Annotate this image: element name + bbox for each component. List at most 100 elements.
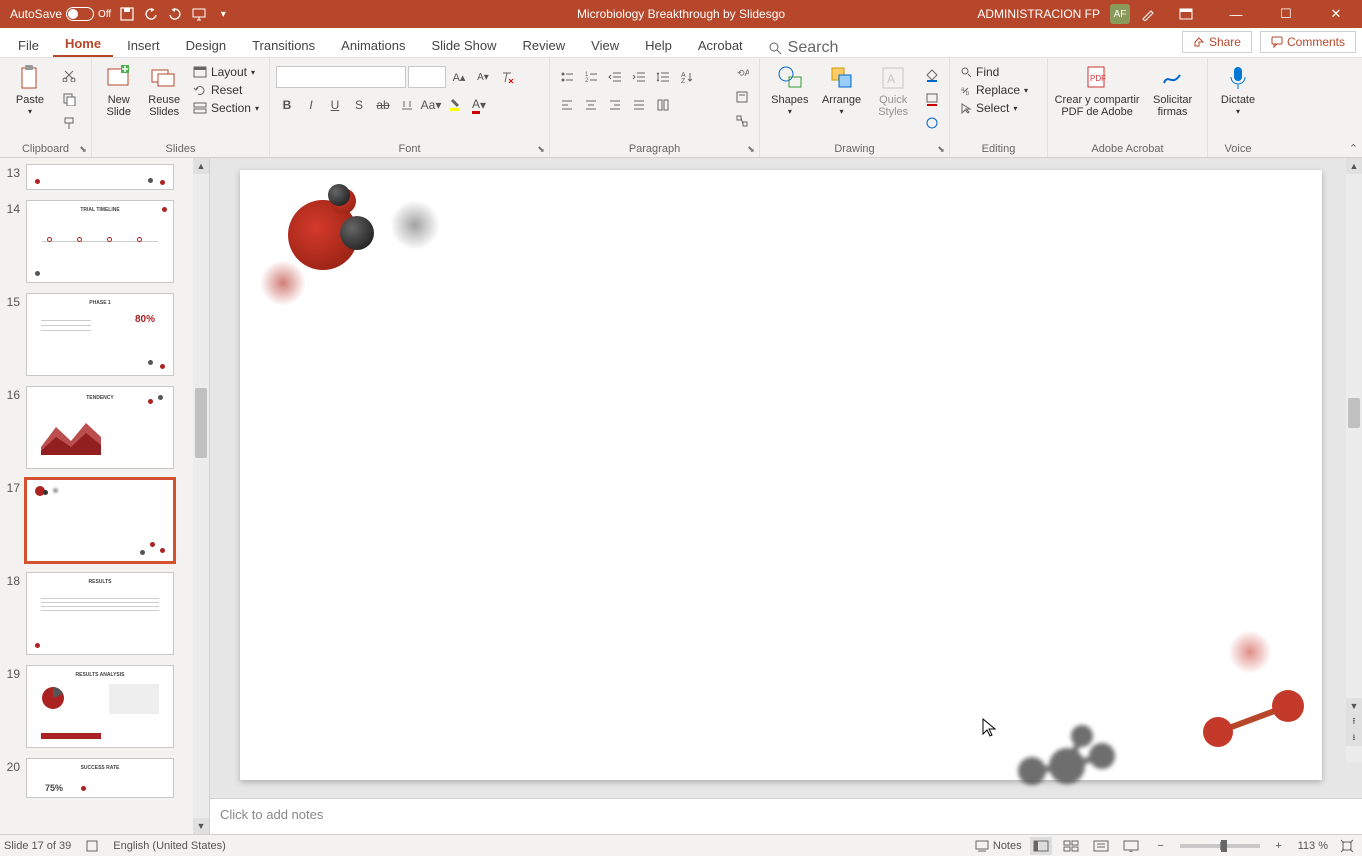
tab-insert[interactable]: Insert xyxy=(115,32,172,57)
strikethrough-icon[interactable]: ab xyxy=(372,94,394,116)
font-size-input[interactable] xyxy=(408,66,446,88)
tab-slideshow[interactable]: Slide Show xyxy=(419,32,508,57)
tab-home[interactable]: Home xyxy=(53,30,113,57)
comments-button[interactable]: Comments xyxy=(1260,31,1356,53)
slideshow-view-button[interactable] xyxy=(1120,837,1142,855)
tab-animations[interactable]: Animations xyxy=(329,32,417,57)
bullets-icon[interactable] xyxy=(556,66,578,88)
canvas-area[interactable]: ▲ ▼ ⭱ ⭳ xyxy=(210,158,1362,798)
change-case-icon[interactable]: Aa▾ xyxy=(420,94,442,116)
arrange-button[interactable]: Arrange▾ xyxy=(818,62,866,117)
columns-icon[interactable] xyxy=(652,94,674,116)
crear-pdf-button[interactable]: PDF Crear y compartir PDF de Adobe xyxy=(1054,62,1140,118)
tab-transitions[interactable]: Transitions xyxy=(240,32,327,57)
slide-thumbnail-16[interactable]: TENDENCY xyxy=(26,386,174,469)
dictate-button[interactable]: Dictate▾ xyxy=(1214,62,1262,117)
shapes-button[interactable]: Shapes▾ xyxy=(766,62,814,117)
slide-thumbnail-19[interactable]: RESULTS ANALYSIS xyxy=(26,665,174,748)
minimize-button[interactable]: ― xyxy=(1216,0,1256,28)
justify-icon[interactable] xyxy=(628,94,650,116)
replace-button[interactable]: abReplace▾ xyxy=(956,82,1032,98)
zoom-percent[interactable]: 113 % xyxy=(1298,840,1328,852)
sort-az-icon[interactable]: AZ xyxy=(676,66,698,88)
slide-thumbnail-20[interactable]: SUCCESS RATE 75% xyxy=(26,758,174,798)
save-icon[interactable] xyxy=(119,6,135,22)
shape-outline-icon[interactable] xyxy=(921,88,943,110)
scrollbar-handle[interactable] xyxy=(1348,398,1360,428)
clipboard-launcher-icon[interactable]: ⬊ xyxy=(77,143,89,155)
scroll-up-icon[interactable]: ▲ xyxy=(1346,158,1362,174)
paste-button[interactable]: Paste ▾ xyxy=(6,62,54,117)
editor-scrollbar[interactable]: ▲ ▼ ⭱ ⭳ xyxy=(1346,158,1362,762)
tab-view[interactable]: View xyxy=(579,32,631,57)
format-painter-icon[interactable] xyxy=(58,112,80,134)
language-status[interactable]: English (United States) xyxy=(113,840,226,852)
cut-icon[interactable] xyxy=(58,64,80,86)
reading-view-button[interactable] xyxy=(1090,837,1112,855)
zoom-slider[interactable] xyxy=(1180,844,1260,848)
current-slide[interactable] xyxy=(240,170,1322,780)
italic-icon[interactable]: I xyxy=(300,94,322,116)
font-color-icon[interactable]: A▾ xyxy=(468,94,490,116)
slide-thumbnail-15[interactable]: PHASE 1 80% xyxy=(26,293,174,376)
drawing-launcher-icon[interactable]: ⬊ xyxy=(935,143,947,155)
zoom-out-button[interactable]: − xyxy=(1150,837,1172,855)
zoom-in-button[interactable]: + xyxy=(1268,837,1290,855)
sorter-view-button[interactable] xyxy=(1060,837,1082,855)
align-center-icon[interactable] xyxy=(580,94,602,116)
qat-more-icon[interactable]: ▾ xyxy=(215,6,231,22)
shadow-icon[interactable]: S xyxy=(348,94,370,116)
zoom-slider-knob[interactable] xyxy=(1221,840,1227,852)
user-avatar[interactable]: AF xyxy=(1110,4,1130,24)
close-button[interactable]: ✕ xyxy=(1316,0,1356,28)
increase-font-icon[interactable]: A▴ xyxy=(448,66,470,88)
font-name-input[interactable] xyxy=(276,66,406,88)
reuse-slides-button[interactable]: Reuse Slides xyxy=(143,62,184,118)
decrease-font-icon[interactable]: A▾ xyxy=(472,66,494,88)
clear-format-icon[interactable] xyxy=(496,66,518,88)
font-launcher-icon[interactable]: ⬊ xyxy=(535,143,547,155)
redo-icon[interactable] xyxy=(167,6,183,22)
accessibility-icon[interactable] xyxy=(85,839,99,853)
paragraph-launcher-icon[interactable]: ⬊ xyxy=(745,143,757,155)
bold-icon[interactable]: B xyxy=(276,94,298,116)
section-button[interactable]: Section▾ xyxy=(189,100,263,116)
select-button[interactable]: Select▾ xyxy=(956,100,1021,116)
char-spacing-icon[interactable] xyxy=(396,94,418,116)
slide-thumbnail-14[interactable]: TRIAL TIMELINE xyxy=(26,200,174,283)
notes-toggle[interactable]: Notes xyxy=(975,840,1022,852)
next-slide-icon[interactable]: ⭳ xyxy=(1346,730,1362,746)
scroll-down-icon[interactable]: ▼ xyxy=(193,818,209,834)
ribbon-display-icon[interactable] xyxy=(1166,0,1206,28)
reset-button[interactable]: Reset xyxy=(189,82,263,98)
tab-review[interactable]: Review xyxy=(511,32,578,57)
line-spacing-icon[interactable] xyxy=(652,66,674,88)
tab-help[interactable]: Help xyxy=(633,32,684,57)
search-box[interactable]: Search xyxy=(769,39,839,57)
notes-pane[interactable]: Click to add notes xyxy=(210,798,1362,834)
solicitar-firmas-button[interactable]: Solicitar firmas xyxy=(1144,62,1201,118)
new-slide-button[interactable]: New Slide xyxy=(98,62,139,118)
find-button[interactable]: Find xyxy=(956,64,1003,80)
underline-icon[interactable]: U xyxy=(324,94,346,116)
fit-window-button[interactable] xyxy=(1336,837,1358,855)
slide-thumbnail-13[interactable] xyxy=(26,164,174,190)
slide-thumbnail-17[interactable] xyxy=(26,479,174,562)
maximize-button[interactable]: ☐ xyxy=(1266,0,1306,28)
align-left-icon[interactable] xyxy=(556,94,578,116)
prev-slide-icon[interactable]: ⭱ xyxy=(1346,714,1362,730)
slide-thumbnail-18[interactable]: RESULTS xyxy=(26,572,174,655)
smartart-icon[interactable] xyxy=(731,110,753,132)
decrease-indent-icon[interactable] xyxy=(604,66,626,88)
text-direction-icon[interactable]: ⟲A xyxy=(731,62,753,84)
align-text-icon[interactable] xyxy=(731,86,753,108)
collapse-ribbon-icon[interactable]: ⌃ xyxy=(1349,142,1358,155)
shape-fill-icon[interactable] xyxy=(921,64,943,86)
scroll-down-icon[interactable]: ▼ xyxy=(1346,698,1362,714)
highlight-icon[interactable] xyxy=(444,94,466,116)
scrollbar-handle[interactable] xyxy=(195,388,207,458)
slide-position[interactable]: Slide 17 of 39 xyxy=(4,840,71,852)
present-icon[interactable] xyxy=(191,6,207,22)
pen-icon[interactable] xyxy=(1140,6,1156,22)
tab-acrobat[interactable]: Acrobat xyxy=(686,32,755,57)
